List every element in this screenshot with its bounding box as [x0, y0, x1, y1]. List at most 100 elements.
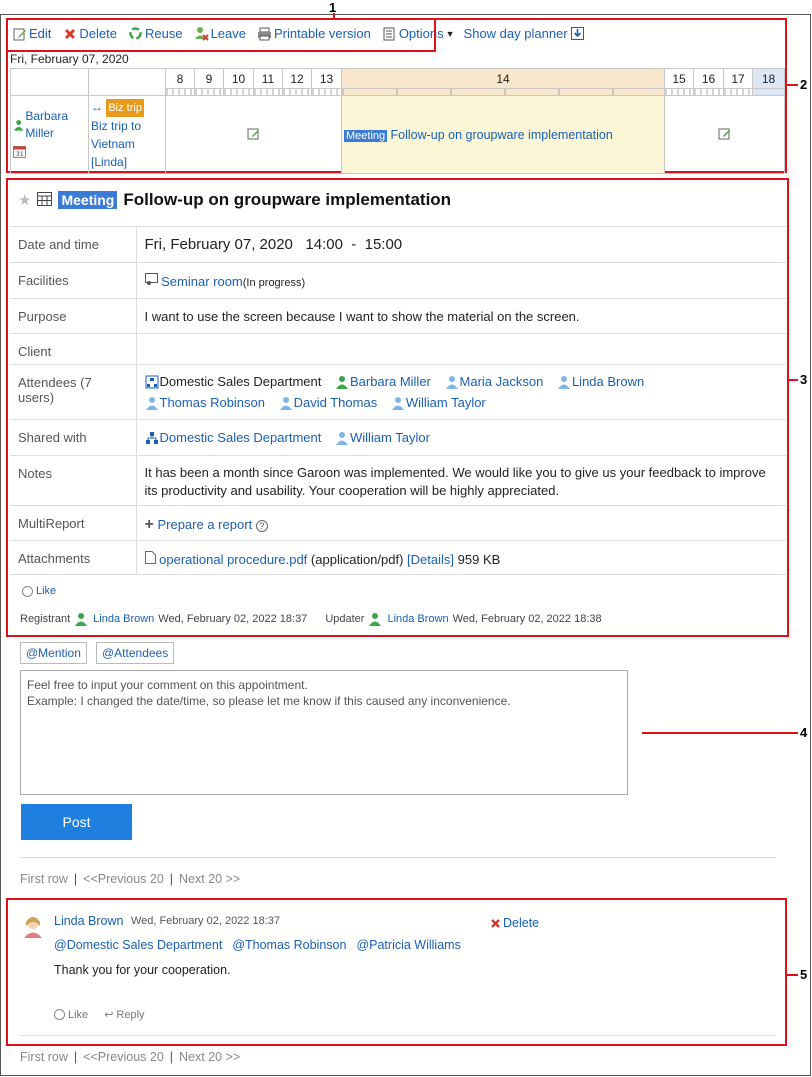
registrant-link[interactable]: Linda Brown	[93, 613, 154, 625]
mention-link[interactable]: @Thomas Robinson	[232, 938, 346, 952]
comment-delete-button[interactable]: Delete	[490, 916, 539, 930]
comment-date: Wed, February 02, 2022 18:37	[131, 915, 281, 927]
like-button[interactable]: Like	[22, 585, 56, 597]
edit-button[interactable]: Edit	[12, 26, 51, 41]
comment-input[interactable]: Feel free to input your comment on this …	[20, 670, 628, 795]
user-cell: Barbara Miller 31	[10, 95, 89, 174]
callout-3: 3	[800, 372, 808, 387]
delete-icon	[491, 918, 500, 928]
grid-corner-2	[88, 68, 166, 96]
pager-top: First row | <<Previous 20 | Next 20 >>	[20, 872, 240, 886]
file-icon	[144, 551, 156, 567]
attendee-user[interactable]: William Taylor	[391, 394, 486, 412]
updater-link[interactable]: Linda Brown	[387, 613, 448, 625]
facility-status: (In progress)	[242, 277, 306, 289]
divider	[20, 1035, 776, 1036]
star-icon[interactable]: ★	[18, 191, 31, 209]
previous-link[interactable]: <<Previous 20	[83, 872, 164, 886]
shared-with-value: Domestic Sales Department William Taylor	[136, 419, 786, 456]
next-link[interactable]: Next 20 >>	[179, 872, 240, 886]
attendee-user[interactable]: Linda Brown	[557, 373, 644, 391]
tick	[165, 88, 195, 96]
smiley-icon	[22, 585, 33, 597]
attendee-name: Domestic Sales Department	[159, 374, 322, 389]
schedule-date: Fri, February 07, 2020	[10, 52, 129, 66]
attendee-user[interactable]: Barbara Miller	[335, 373, 431, 391]
comment-delete-label: Delete	[503, 916, 540, 930]
toolbar: Edit Delete Reuse Leave Printable versio…	[12, 26, 596, 41]
facilities-value: Seminar room(In progress)	[136, 262, 786, 299]
mention-button[interactable]: @Mention	[20, 642, 87, 664]
next-link[interactable]: Next 20 >>	[179, 1050, 240, 1064]
attendees-value: Domestic Sales Department Barbara Miller…	[136, 364, 786, 420]
attendee-user[interactable]: David Thomas	[279, 394, 378, 412]
callout-2: 2	[800, 77, 808, 92]
shared-with-label: Shared with	[10, 419, 137, 456]
file-link[interactable]: operational procedure.pdf	[159, 552, 307, 567]
attendee-org: Domestic Sales Department	[145, 373, 322, 391]
file-details-link[interactable]: [Details]	[407, 552, 454, 567]
comment-like-button[interactable]: Like	[54, 1009, 88, 1021]
user-barbara-miller[interactable]: Barbara Miller	[13, 108, 86, 142]
user-icon	[335, 376, 348, 389]
attendees-button[interactable]: @Attendees	[96, 642, 175, 664]
attachments-label: Attachments	[10, 540, 137, 575]
options-menu[interactable]: Options ▼	[382, 26, 455, 41]
caret-down-icon: ▼	[445, 28, 455, 39]
multireport-value: + Prepare a report ?	[136, 505, 786, 541]
hour-13: 13	[311, 68, 342, 89]
show-day-planner-link[interactable]: Show day planner	[464, 26, 585, 41]
tick	[253, 88, 283, 96]
add-appointment-icon[interactable]	[718, 128, 731, 143]
mention-link[interactable]: @Domestic Sales Department	[54, 938, 222, 952]
mention-link[interactable]: @Patricia Williams	[356, 938, 460, 952]
biz-trip-text: Biz trip to Vietnam [Linda]	[91, 119, 142, 169]
svg-text:31: 31	[16, 151, 24, 158]
meeting-event[interactable]: Meeting Follow-up on groupware implement…	[341, 95, 665, 174]
facilities-label: Facilities	[10, 262, 137, 299]
biz-trip-event[interactable]: ↔ Biz trip Biz trip to Vietnam [Linda]	[91, 99, 144, 169]
comment-placeholder-1: Feel free to input your comment on this …	[27, 678, 308, 692]
previous-link[interactable]: <<Previous 20	[83, 1050, 164, 1064]
smiley-icon	[54, 1009, 65, 1020]
reuse-button[interactable]: Reuse	[128, 26, 183, 41]
avatar[interactable]	[22, 914, 44, 938]
first-row-link[interactable]: First row	[20, 872, 68, 886]
attendee-name: David Thomas	[293, 395, 378, 410]
shared-org[interactable]: Domestic Sales Department	[145, 430, 322, 445]
add-appointment-icon[interactable]	[247, 128, 260, 143]
post-button[interactable]: Post	[21, 804, 132, 840]
registrant-date: Wed, February 02, 2022 18:37	[158, 613, 308, 625]
delete-label: Delete	[79, 26, 117, 41]
calendar-icon[interactable]: 31	[13, 145, 86, 161]
prepare-report-link[interactable]: Prepare a report	[157, 517, 252, 532]
shared-user[interactable]: William Taylor	[335, 430, 430, 445]
attendee-user[interactable]: Thomas Robinson	[145, 394, 265, 412]
reply-button[interactable]: ↩ Reply	[104, 1008, 145, 1022]
biz-trip-badge: Biz trip	[106, 99, 144, 117]
reply-label: Reply	[116, 1008, 145, 1021]
printable-version-button[interactable]: Printable version	[257, 26, 371, 41]
leave-button[interactable]: Leave	[194, 26, 246, 41]
calendar-grid-icon	[37, 191, 53, 209]
empty-slot-morning[interactable]	[165, 95, 342, 174]
attendee-user[interactable]: Maria Jackson	[445, 373, 543, 391]
help-icon[interactable]: ?	[255, 520, 268, 532]
double-arrow-icon: ↔	[91, 100, 103, 114]
facility-link[interactable]: Seminar room	[161, 274, 243, 289]
client-value	[136, 333, 786, 365]
empty-slot-afternoon[interactable]	[664, 95, 785, 174]
pager-separator: |	[73, 1050, 78, 1064]
printer-icon	[257, 26, 272, 41]
callout-5-line	[787, 974, 798, 976]
shared-name: Domestic Sales Department	[159, 430, 322, 445]
comment-author[interactable]: Linda Brown	[54, 914, 124, 928]
first-row-link[interactable]: First row	[20, 1050, 68, 1064]
pager-separator: |	[169, 872, 174, 886]
callout-3-line	[789, 379, 798, 381]
hour-16: 16	[693, 68, 724, 89]
day-schedule-grid: 8 9 10 11 12 13 14 15 16 17 18 Barbara M…	[10, 68, 785, 174]
comment-placeholder-2: Example: I changed the date/time, so ple…	[27, 694, 511, 708]
user-icon	[391, 397, 404, 410]
delete-button[interactable]: Delete	[62, 26, 117, 41]
